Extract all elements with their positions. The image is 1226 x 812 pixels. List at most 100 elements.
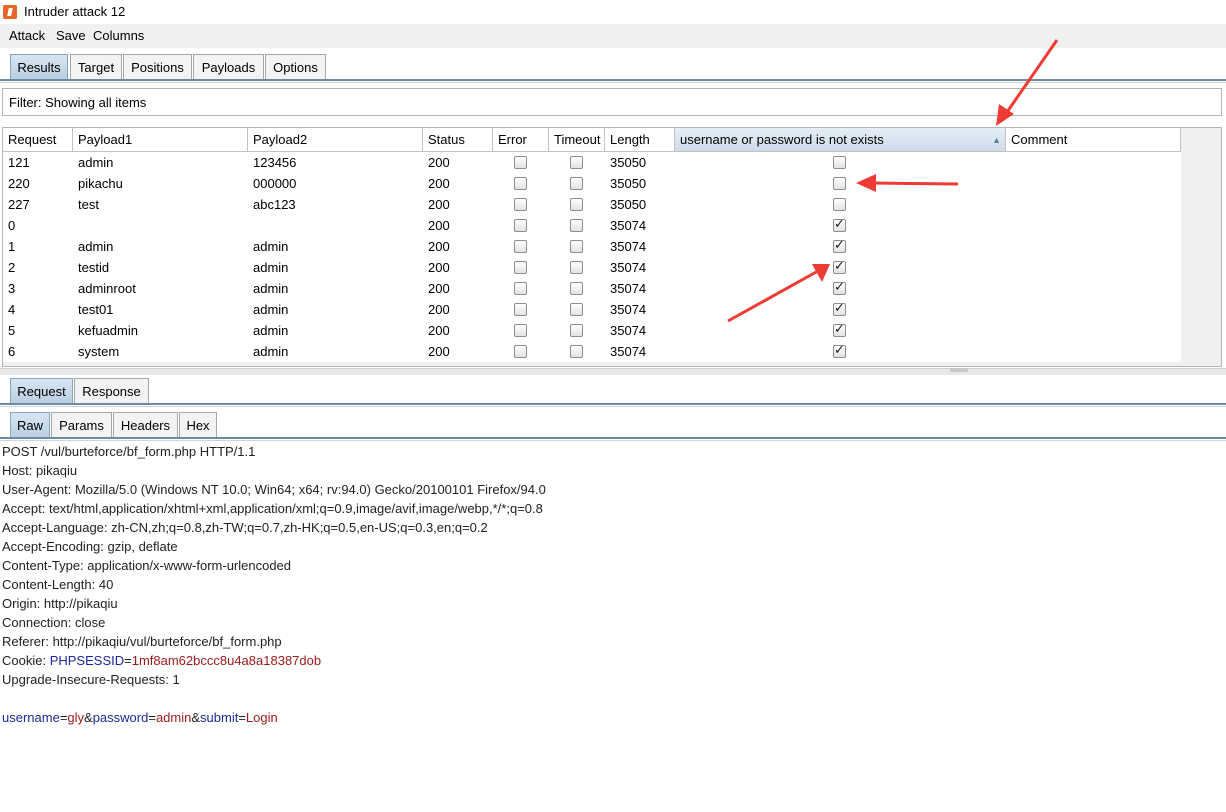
tab-headers[interactable]: Headers — [113, 412, 178, 437]
tab-target[interactable]: Target — [70, 54, 122, 79]
tab-request[interactable]: Request — [10, 378, 73, 403]
table-header: Request Payload1 Payload2 Status Error T… — [3, 128, 1181, 152]
tab-params[interactable]: Params — [51, 412, 112, 437]
cell-payload2: 123456 — [253, 155, 297, 170]
body-params-line: username=gly&password=admin&submit=Login — [2, 710, 278, 725]
tab-positions[interactable]: Positions — [123, 54, 192, 79]
param-name: submit — [200, 710, 239, 725]
cell-length: 35074 — [610, 260, 647, 275]
col-status[interactable]: Status — [423, 128, 493, 152]
cell-request: 227 — [8, 197, 30, 212]
tab-underline-light — [0, 82, 1226, 83]
table-row[interactable]: 2 testid admin 200 35074 — [3, 257, 1181, 278]
raw-request-editor[interactable]: POST /vul/burteforce/bf_form.php HTTP/1.… — [2, 442, 1222, 727]
col-comment[interactable]: Comment — [1006, 128, 1181, 152]
request-header-line: Content-Length: 40 — [2, 577, 114, 592]
request-header-line: Accept-Language: zh-CN,zh;q=0.8,zh-TW;q=… — [2, 520, 488, 535]
request-header-line: Upgrade-Insecure-Requests: 1 — [2, 672, 180, 687]
main-tabs: Results Target Positions Payloads Option… — [0, 54, 1226, 80]
timeout-checkbox — [570, 261, 583, 274]
cell-payload1: adminroot — [78, 281, 136, 296]
col-grep-match[interactable]: username or password is not exists ▲ — [675, 128, 1006, 152]
table-row[interactable]: 121 admin 123456 200 35050 — [3, 152, 1181, 173]
cell-payload1: admin — [78, 155, 114, 170]
cell-length: 35050 — [610, 197, 647, 212]
cell-length: 35074 — [610, 344, 647, 359]
col-grep-match-label: username or password is not exists — [680, 132, 884, 147]
cell-status: 200 — [428, 176, 450, 191]
pane-splitter[interactable] — [0, 368, 1226, 375]
table-row[interactable]: 3 adminroot admin 200 35074 — [3, 278, 1181, 299]
request-header-line: Content-Type: application/x-www-form-url… — [2, 558, 292, 573]
cell-request: 220 — [8, 176, 30, 191]
param-name: username — [2, 710, 60, 725]
tab-underline — [0, 79, 1226, 81]
menu-attack[interactable]: Attack — [9, 28, 45, 43]
timeout-checkbox — [570, 198, 583, 211]
burp-app-icon — [3, 5, 17, 19]
tab-hex[interactable]: Hex — [179, 412, 217, 437]
match-checkbox — [833, 177, 846, 190]
cell-status: 200 — [428, 302, 450, 317]
col-length[interactable]: Length — [605, 128, 675, 152]
cell-payload1: test — [78, 197, 99, 212]
col-request[interactable]: Request — [3, 128, 73, 152]
error-checkbox — [514, 219, 527, 232]
cookie-eq: = — [124, 653, 132, 668]
cell-request: 1 — [8, 239, 16, 254]
col-payload2[interactable]: Payload2 — [248, 128, 423, 152]
cell-length: 35074 — [610, 239, 647, 254]
request-header-line: Accept: text/html,application/xhtml+xml,… — [2, 501, 543, 516]
match-checkbox — [833, 198, 846, 211]
match-checkbox — [833, 156, 846, 169]
table-row[interactable]: 220 pikachu 000000 200 35050 — [3, 173, 1181, 194]
timeout-checkbox — [570, 219, 583, 232]
match-checkbox — [833, 343, 846, 358]
table-row[interactable]: 1 admin admin 200 35074 — [3, 236, 1181, 257]
results-table: Request Payload1 Payload2 Status Error T… — [2, 127, 1222, 367]
splitter-grip[interactable] — [950, 368, 968, 372]
table-row[interactable]: 227 test abc123 200 35050 — [3, 194, 1181, 215]
table-row[interactable]: 5 kefuadmin admin 200 35074 — [3, 320, 1181, 341]
detail-tab-underline-light — [0, 406, 1226, 407]
tab-response[interactable]: Response — [74, 378, 149, 403]
cell-status: 200 — [428, 218, 450, 233]
timeout-checkbox — [570, 156, 583, 169]
menu-save[interactable]: Save — [56, 28, 86, 43]
timeout-checkbox — [570, 177, 583, 190]
table-row[interactable]: 0 200 35074 — [3, 215, 1181, 236]
table-row[interactable]: 6 system admin 200 35074 — [3, 341, 1181, 362]
cell-payload2: admin — [253, 281, 289, 296]
cell-payload1 — [73, 215, 248, 236]
cell-payload1: test01 — [78, 302, 114, 317]
filter-text: Filter: Showing all items — [9, 95, 147, 110]
col-error[interactable]: Error — [493, 128, 549, 152]
col-timeout[interactable]: Timeout — [549, 128, 605, 152]
error-checkbox — [514, 156, 527, 169]
error-checkbox — [514, 324, 527, 337]
error-checkbox — [514, 177, 527, 190]
match-checkbox — [833, 259, 846, 274]
cell-status: 200 — [428, 323, 450, 338]
cell-payload2 — [248, 215, 423, 236]
detail-tabs: Request Response — [0, 378, 1226, 404]
cell-request: 2 — [8, 260, 16, 275]
tab-results[interactable]: Results — [10, 54, 68, 79]
error-checkbox — [514, 303, 527, 316]
col-payload1[interactable]: Payload1 — [73, 128, 248, 152]
cookie-line: Cookie: PHPSESSID=1mf8am62bccc8u4a8a1838… — [2, 651, 1222, 670]
tab-raw[interactable]: Raw — [10, 412, 50, 437]
sort-ascending-icon: ▲ — [992, 135, 1001, 145]
timeout-checkbox — [570, 303, 583, 316]
request-header-line: Referer: http://pikaqiu/vul/burteforce/b… — [2, 634, 282, 649]
match-checkbox — [833, 301, 846, 316]
error-checkbox — [514, 282, 527, 295]
param-value: Login — [245, 710, 278, 725]
menu-columns[interactable]: Columns — [93, 28, 144, 43]
filter-bar[interactable]: Filter: Showing all items — [2, 88, 1222, 116]
tab-payloads[interactable]: Payloads — [193, 54, 264, 79]
cell-status: 200 — [428, 344, 450, 359]
timeout-checkbox — [570, 282, 583, 295]
tab-options[interactable]: Options — [265, 54, 326, 79]
table-row[interactable]: 4 test01 admin 200 35074 — [3, 299, 1181, 320]
